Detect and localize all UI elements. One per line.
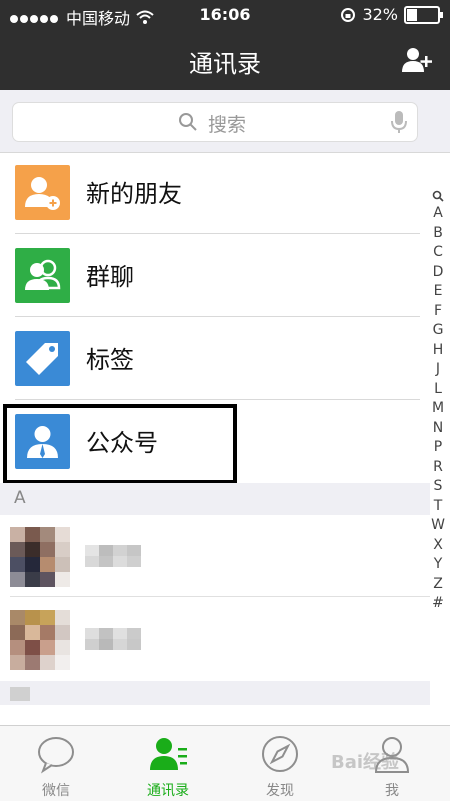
contact-name [85, 628, 141, 650]
index-letter[interactable]: R [428, 458, 448, 478]
tab-me-label: 我 [385, 783, 399, 799]
section-header: A [0, 483, 430, 515]
index-letter[interactable]: Z [428, 575, 448, 595]
index-letter[interactable]: N [428, 419, 448, 439]
page-title: 通讯录 [189, 50, 261, 78]
tag-icon [15, 331, 70, 386]
index-letter[interactable]: B [428, 224, 448, 244]
index-letter[interactable]: P [428, 438, 448, 458]
index-letter[interactable]: E [428, 282, 448, 302]
battery-percent: 32% [362, 5, 398, 24]
tab-discover[interactable]: 发现 [224, 726, 336, 801]
index-letter[interactable]: T [428, 497, 448, 517]
contact-row[interactable] [0, 598, 430, 680]
divider [15, 399, 420, 400]
watermark: Bai经验 [331, 752, 400, 773]
battery-icon [404, 5, 443, 24]
index-letter[interactable]: C [428, 243, 448, 263]
section-letter [10, 687, 30, 701]
add-contact-icon[interactable] [402, 46, 432, 74]
tab-discover-label: 发现 [266, 783, 294, 799]
index-letter[interactable]: F [428, 302, 448, 322]
avatar [10, 610, 70, 670]
index-letter[interactable]: D [428, 263, 448, 283]
index-letter[interactable]: J [428, 360, 448, 380]
tab-contacts[interactable]: 通讯录 [112, 726, 224, 801]
divider [15, 316, 420, 317]
index-letter[interactable]: M [428, 399, 448, 419]
group-chats-row[interactable]: 群聊 [0, 235, 420, 317]
nav-bar: 通讯录 [0, 30, 450, 90]
tab-contacts-label: 通讯录 [147, 783, 189, 799]
new-friends-row[interactable]: 新的朋友 [0, 152, 420, 234]
index-letter[interactable]: # [428, 594, 448, 614]
group-chat-icon [15, 248, 70, 303]
index-letter[interactable]: A [428, 204, 448, 224]
alphabet-index[interactable]: A B C D E F G H J L M N P R S T W X Y Z # [428, 190, 448, 614]
tags-row[interactable]: 标签 [0, 318, 420, 400]
tab-chats[interactable]: 微信 [0, 726, 112, 801]
index-letter[interactable]: G [428, 321, 448, 341]
group-chats-label: 群聊 [86, 263, 134, 291]
highlight-box [3, 404, 237, 484]
index-letter[interactable]: Y [428, 555, 448, 575]
chat-bubble-icon [38, 737, 74, 774]
index-letter[interactable]: X [428, 536, 448, 556]
microphone-icon[interactable] [391, 110, 407, 134]
tags-label: 标签 [86, 346, 134, 374]
contacts-icon [150, 738, 187, 770]
index-letter[interactable]: W [428, 516, 448, 536]
search-placeholder: 搜索 [208, 114, 247, 136]
new-friends-label: 新的朋友 [86, 180, 182, 208]
index-letter[interactable]: S [428, 477, 448, 497]
search-area: 搜索 [0, 90, 450, 153]
avatar [10, 527, 70, 587]
search-input[interactable]: 搜索 [12, 102, 418, 142]
new-friend-icon [15, 165, 70, 220]
search-icon [179, 113, 197, 131]
rotation-lock-icon [341, 7, 356, 22]
compass-icon [262, 736, 298, 772]
section-letter: A [14, 488, 26, 508]
contact-name [85, 545, 141, 567]
index-letter[interactable]: L [428, 380, 448, 400]
contact-row[interactable] [0, 515, 430, 597]
tab-chats-label: 微信 [42, 783, 70, 799]
section-header [0, 681, 430, 705]
battery-level [407, 8, 418, 21]
index-letter[interactable]: H [428, 341, 448, 361]
search-icon[interactable] [432, 190, 444, 202]
divider [15, 233, 420, 234]
status-bar: 中国移动 16:06 32% [0, 0, 450, 30]
divider [10, 596, 430, 597]
